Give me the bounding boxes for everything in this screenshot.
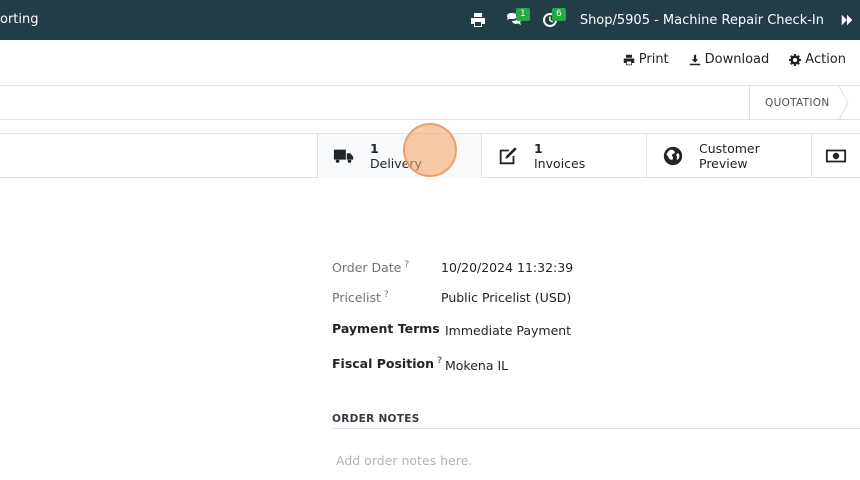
- invoices-smart-button[interactable]: 1 Invoices: [481, 134, 647, 178]
- pricelist-label: Pricelist?: [332, 290, 389, 306]
- invoices-count: 1: [534, 141, 543, 156]
- pricelist-value[interactable]: Public Pricelist (USD): [441, 290, 571, 305]
- money-icon: [825, 149, 847, 163]
- help-icon[interactable]: ?: [404, 260, 409, 270]
- delivery-smart-button[interactable]: 1 Delivery: [317, 134, 482, 178]
- print-icon: [623, 54, 634, 65]
- gear-icon: [789, 53, 802, 66]
- payment-smart-button[interactable]: [811, 134, 860, 178]
- stage-arrow-icon: [838, 86, 849, 120]
- fiscal-position-label: Fiscal Position?: [332, 356, 443, 372]
- fiscal-position-value[interactable]: Mokena IL: [445, 358, 508, 373]
- order-notes-input[interactable]: Add order notes here.: [336, 453, 472, 468]
- section-divider: [332, 428, 860, 429]
- messages-button[interactable]: 1: [496, 0, 532, 40]
- app-menu-reporting[interactable]: orting: [0, 0, 39, 40]
- customer-preview-line2: Preview: [699, 156, 748, 171]
- navbar-systray: 1 6 Shop/5905 - Machine Repair Check-In: [460, 0, 860, 40]
- payment-terms-label: Payment Terms: [332, 321, 440, 336]
- payment-terms-value[interactable]: Immediate Payment: [445, 323, 571, 338]
- customer-preview-smart-button[interactable]: Customer Preview: [646, 134, 812, 178]
- invoices-label: Invoices: [534, 156, 586, 171]
- print-icon[interactable]: [460, 0, 496, 40]
- stage-quotation[interactable]: QUOTATION: [749, 86, 844, 120]
- action-label: Action: [805, 52, 846, 67]
- action-button[interactable]: Action: [789, 52, 846, 67]
- activities-count-badge: 6: [551, 8, 566, 21]
- help-icon[interactable]: ?: [384, 290, 389, 300]
- print-label: Print: [638, 52, 669, 67]
- click-indicator: [403, 123, 457, 177]
- globe-icon: [663, 146, 683, 166]
- expand-icon[interactable]: [834, 0, 860, 40]
- help-icon[interactable]: ?: [437, 356, 442, 366]
- order-date-label: Order Date?: [332, 260, 410, 276]
- page-title: Shop/5905 - Machine Repair Check-In: [579, 12, 824, 28]
- activities-button[interactable]: 6: [532, 0, 568, 40]
- download-button[interactable]: Download: [689, 52, 770, 67]
- control-panel: Print Download Action: [0, 40, 860, 86]
- download-icon: [689, 54, 700, 65]
- edit-icon: [499, 147, 517, 165]
- status-bar: QUOTATION: [0, 86, 860, 120]
- order-notes-title: ORDER NOTES: [332, 413, 420, 425]
- order-date-value[interactable]: 10/20/2024 11:32:39: [441, 260, 573, 275]
- download-label: Download: [704, 52, 770, 67]
- messages-count-badge: 1: [515, 8, 530, 21]
- truck-icon: [333, 149, 354, 163]
- top-navbar: orting 1 6 Shop/5905 - Machine Repair Ch…: [0, 0, 860, 40]
- print-button[interactable]: Print: [623, 52, 669, 67]
- customer-preview-line1: Customer: [699, 141, 760, 156]
